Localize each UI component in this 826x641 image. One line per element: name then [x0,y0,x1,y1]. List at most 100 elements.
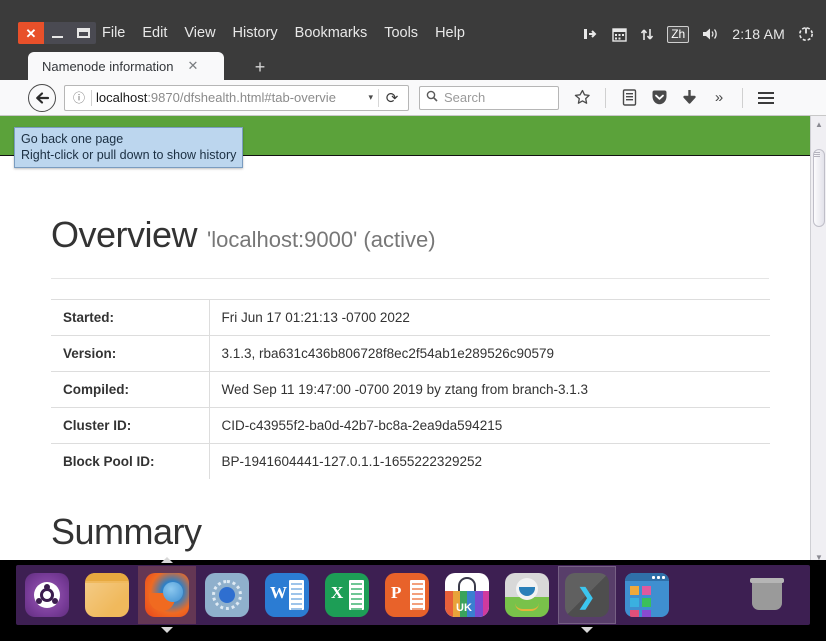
address-bar[interactable]: ⓘ localhost:9870/dfshealth.html#tab-over… [64,84,409,111]
overview-table: Started: Fri Jun 17 01:21:13 -0700 2022 … [51,299,770,479]
scroll-up-arrow[interactable]: ▲ [811,116,826,132]
calendar-icon[interactable] [612,24,627,44]
close-window-button[interactable]: ✕ [18,22,44,44]
browser-toolbar: ⓘ localhost:9870/dfshealth.html#tab-over… [0,80,826,116]
show-applications-icon [625,573,669,617]
page-body: Overview 'localhost:9000' (active) Starte… [0,157,810,553]
ubuntu-software-glyph: UK [456,602,472,614]
row-value: 3.1.3, rba631c436b806728f8ec2f54ab1e2895… [221,346,555,361]
row-value: BP-1941604441-127.0.1.1-1655222329252 [221,454,482,469]
pocket-icon[interactable] [646,85,672,111]
menu-item-edit[interactable]: Edit [142,25,167,41]
summary-title: Summary [51,511,202,552]
page-title-text: Overview [51,214,198,255]
table-row: Compiled: Wed Sep 11 19:47:00 -0700 2019… [51,371,770,408]
download-icon[interactable] [676,85,702,111]
power-icon[interactable] [798,24,814,44]
minimize-window-button[interactable] [44,22,70,44]
scrollbar-grip [814,152,820,157]
row-value: Wed Sep 11 19:47:00 -0700 2019 by ztang … [221,382,589,397]
tooltip-line-2: Right-click or pull down to show history [21,148,237,162]
site-info-icon[interactable]: ⓘ [68,89,90,106]
tab-strip: Namenode information ✕ + [0,52,826,80]
title-bar: ✕ File Edit View History Bookmarks Tools… [0,0,826,52]
input-method-indicator[interactable]: Zh [667,25,690,43]
dock-item-excel[interactable]: X [318,566,376,624]
scrollbar-thumb[interactable] [813,149,825,227]
dock-bar: W X P UK ❯ [16,557,810,633]
word-glyph: W [270,583,287,602]
excel-icon: X [325,573,369,617]
system-tray: Zh 2:18 AM [583,24,814,44]
dock-item-chromium[interactable] [198,566,256,624]
dock-item-ubuntu-software[interactable]: UK [438,566,496,624]
amazon-icon [505,573,549,617]
search-input[interactable]: Search [419,85,559,110]
vertical-scrollbar[interactable]: ▲ ▼ [810,116,826,565]
table-row: Cluster ID: CID-c43955f2-ba0d-42b7-bc8a-… [51,407,770,444]
transfer-icon[interactable] [640,24,654,44]
row-key: Version: [51,335,210,372]
dock: W X P UK ❯ [0,557,826,641]
row-value: CID-c43955f2-ba0d-42b7-bc8a-2ea9da594215 [221,418,503,433]
address-divider [91,89,92,106]
network-icon[interactable] [583,24,599,44]
volume-icon[interactable] [702,24,719,44]
clock[interactable]: 2:18 AM [732,26,785,42]
menu-item-file[interactable]: File [102,25,125,41]
toolbar-divider-2 [742,87,743,108]
word-icon: W [265,573,309,617]
page-title-suffix: 'localhost:9000' (active) [207,227,436,252]
table-row: Version: 3.1.3, rba631c436b806728f8ec2f5… [51,335,770,372]
address-text: localhost:9870/dfshealth.html#tab-overvi… [96,90,363,105]
dock-item-amazon[interactable] [498,566,556,624]
back-button-tooltip: Go back one page Right-click or pull dow… [14,127,244,168]
dock-item-files[interactable] [78,566,136,624]
new-tab-button[interactable]: + [248,56,272,80]
ubuntu-icon [25,573,69,617]
back-button[interactable] [28,83,56,112]
table-row: Block Pool ID: BP-1941604441-127.0.1.1-1… [51,443,770,479]
menu-item-history[interactable]: History [233,25,278,41]
search-icon [426,90,438,105]
overflow-icon[interactable]: » [706,85,732,111]
screen: ✕ File Edit View History Bookmarks Tools… [0,0,826,641]
dock-item-trash[interactable] [738,566,796,624]
menu-icon[interactable] [753,85,779,111]
chevron-down-icon[interactable]: ▾ [363,92,378,103]
page-content: Overview 'localhost:9000' (active) Starte… [0,116,826,565]
dock-item-word[interactable]: W [258,566,316,624]
firefox-icon [145,573,189,617]
maximize-window-button[interactable] [70,22,96,44]
menu-item-help[interactable]: Help [435,25,465,41]
ubuntu-software-icon: UK [445,573,489,617]
terminal-glyph: ❯ [577,584,596,609]
tab-namenode-information[interactable]: Namenode information ✕ [28,52,224,80]
dock-item-powerpoint[interactable]: P [378,566,436,624]
terminal-icon: ❯ [565,573,609,617]
dock-item-ubuntu-launcher[interactable] [18,566,76,624]
menu-item-tools[interactable]: Tools [384,25,418,41]
row-key: Block Pool ID: [51,443,210,479]
row-key: Started: [51,299,210,336]
close-tab-icon[interactable]: ✕ [188,58,199,74]
title-divider [51,278,769,279]
tooltip-line-1: Go back one page [21,132,124,146]
star-icon[interactable] [569,85,595,111]
powerpoint-icon: P [385,573,429,617]
menu-bar: File Edit View History Bookmarks Tools H… [102,25,465,41]
menu-item-view[interactable]: View [184,25,215,41]
menu-item-bookmarks[interactable]: Bookmarks [295,25,368,41]
chromium-icon [205,573,249,617]
address-path: :9870/dfshealth.html#tab-overvie [147,90,336,105]
toolbar-icons: » [569,85,779,111]
row-key: Compiled: [51,371,210,408]
trash-icon [745,573,789,617]
page-title: Overview 'localhost:9000' (active) [51,214,810,256]
window-controls: ✕ [18,22,96,44]
dock-item-terminal[interactable]: ❯ [558,566,616,633]
reload-icon[interactable]: ⟳ [379,89,405,107]
dock-item-show-applications[interactable] [618,566,676,624]
library-icon[interactable] [616,85,642,111]
dock-item-firefox[interactable] [138,557,196,633]
